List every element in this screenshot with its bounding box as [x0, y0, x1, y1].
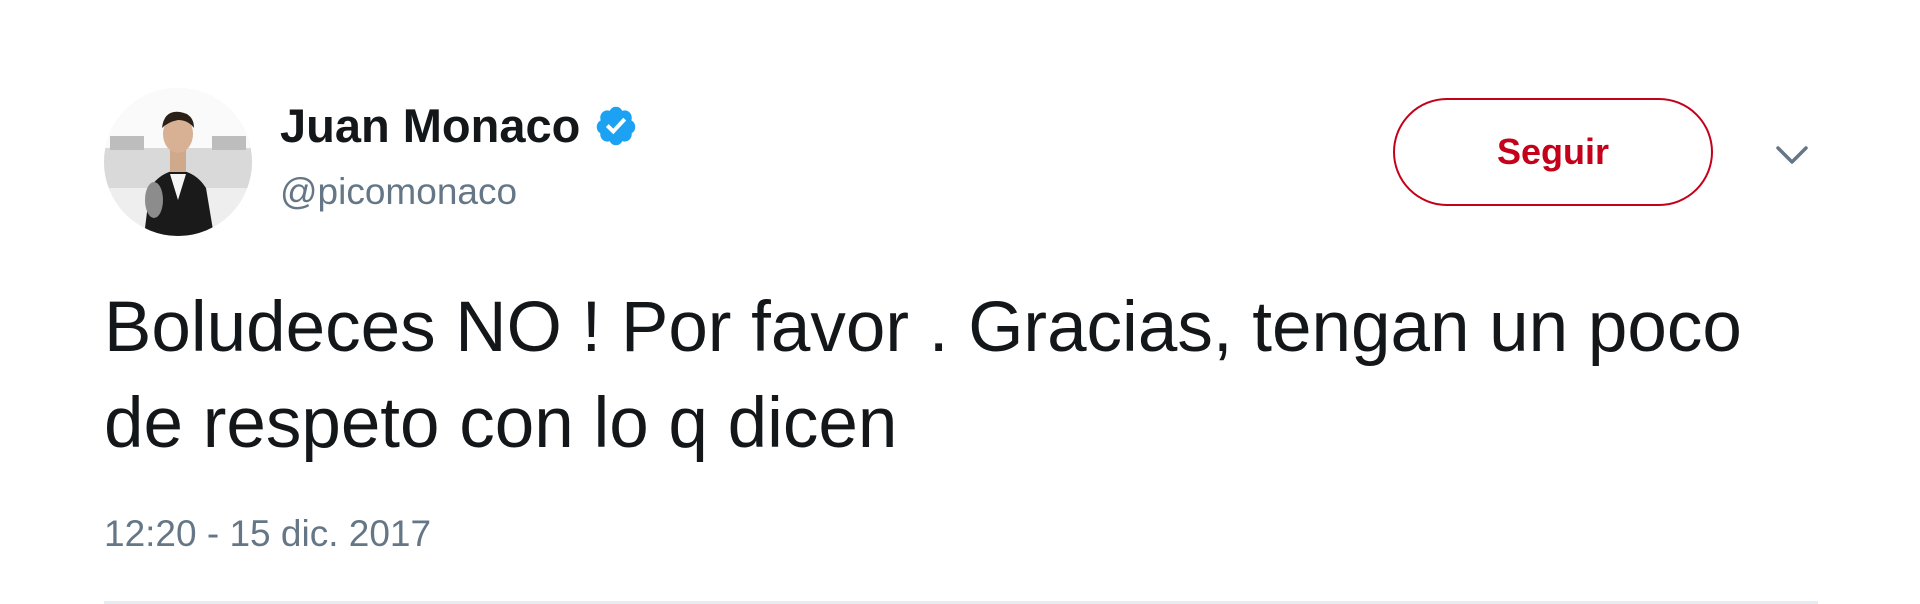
user-handle[interactable]: @picomonaco: [280, 168, 517, 216]
author-name-row: Juan Monaco: [280, 96, 638, 156]
verified-badge-icon: [594, 104, 638, 148]
tweet-card: Juan Monaco @picomonaco Seguir Boludeces…: [0, 0, 1920, 604]
profile-photo-icon: [104, 88, 252, 236]
follow-button[interactable]: Seguir: [1393, 98, 1713, 206]
chevron-down-icon[interactable]: [1770, 140, 1814, 170]
display-name[interactable]: Juan Monaco: [280, 96, 580, 156]
tweet-text: Boludeces NO ! Por favor . Gracias, teng…: [104, 288, 1742, 463]
tweet-timestamp[interactable]: 12:20 - 15 dic. 2017: [104, 510, 431, 558]
avatar[interactable]: [104, 88, 252, 236]
